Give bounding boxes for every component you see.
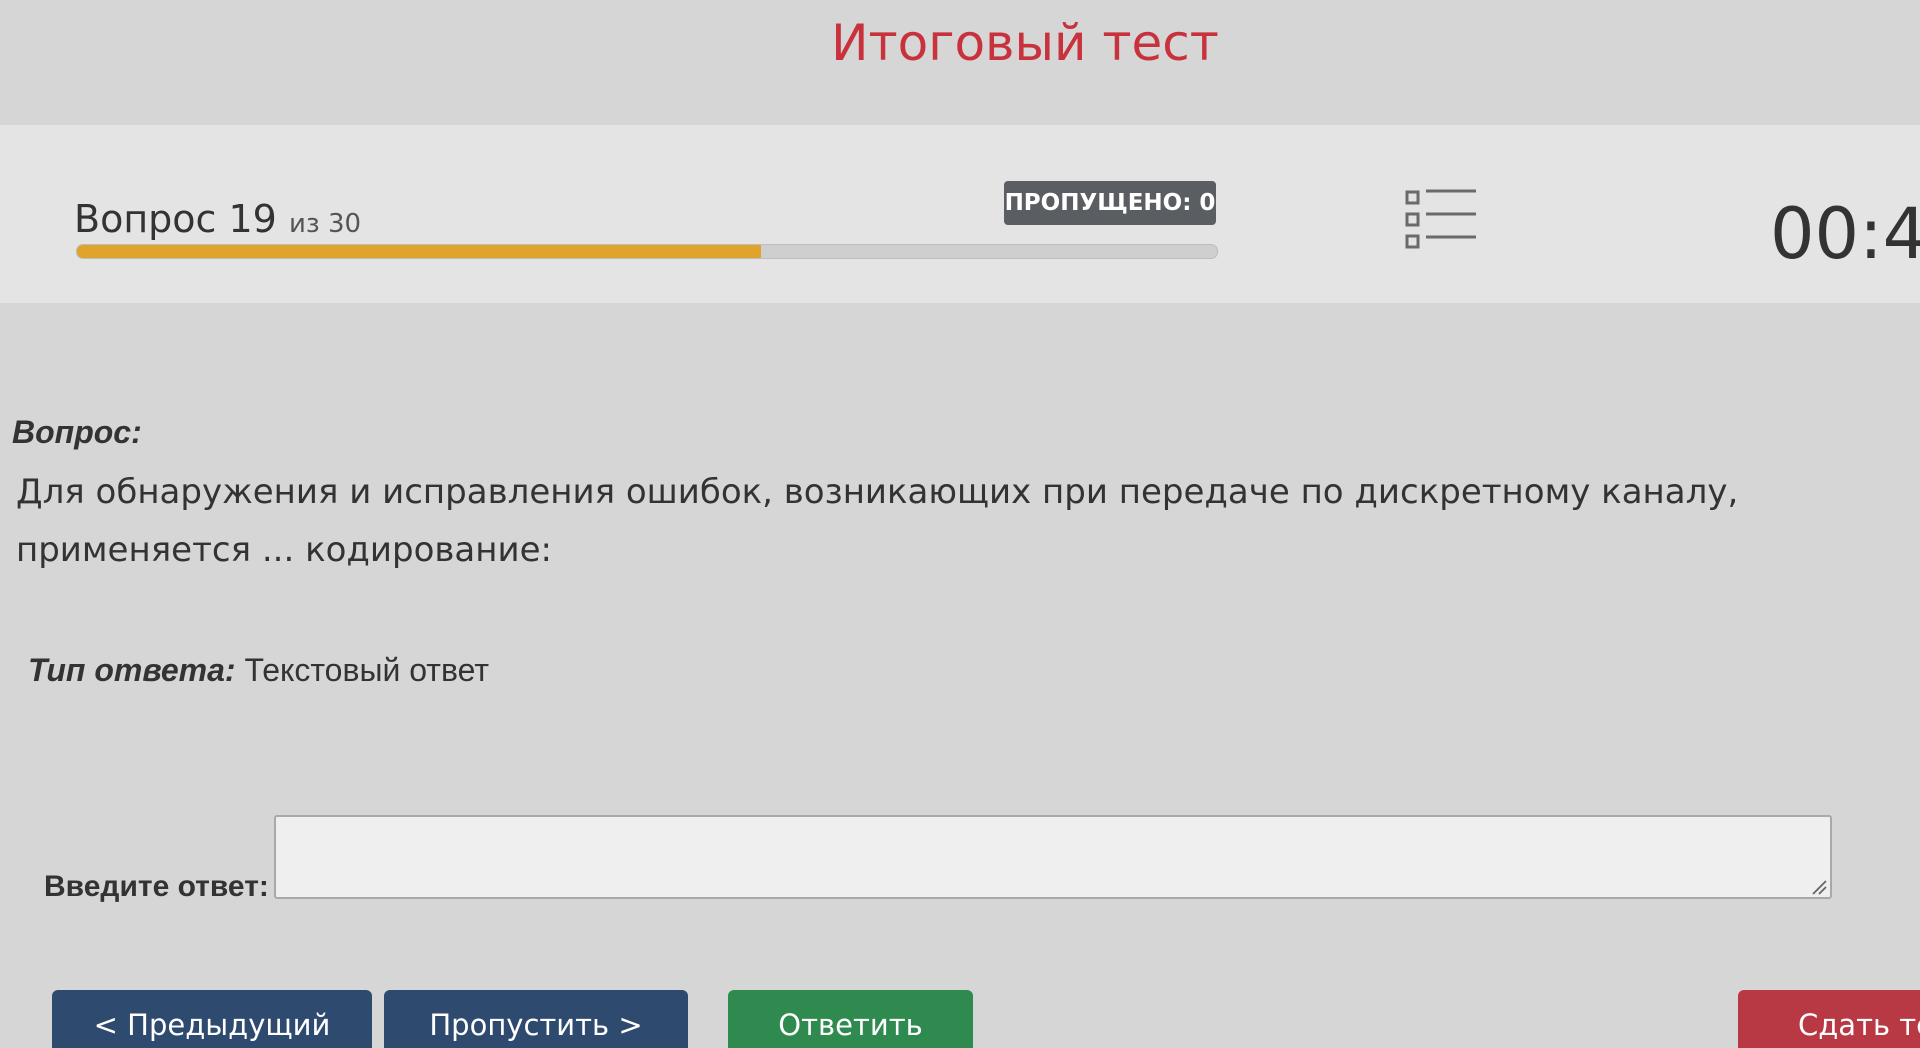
skip-button[interactable]: Пропустить >	[384, 990, 688, 1048]
question-counter: Вопрос 19 из 30	[74, 197, 361, 241]
submit-test-button[interactable]: Сдать тест	[1738, 990, 1920, 1048]
page-title: Итоговый тест	[831, 14, 1219, 72]
question-list-icon[interactable]	[1404, 185, 1478, 255]
answer-type: Тип ответа: Текстовый ответ	[28, 652, 489, 689]
progress-bar	[76, 244, 1218, 259]
answer-label: Введите ответ:	[44, 870, 269, 903]
test-page: Итоговый тест Вопрос 19 из 30 ПРОПУЩЕНО:…	[0, 0, 1920, 1048]
answer-input[interactable]	[274, 815, 1832, 899]
question-label: Вопрос:	[12, 414, 142, 450]
skipped-count: 0	[1199, 190, 1216, 216]
answer-type-label: Тип ответа:	[28, 652, 236, 688]
skipped-label: ПРОПУЩЕНО:	[1004, 190, 1192, 216]
timer: 00:43	[1770, 193, 1920, 275]
answer-button[interactable]: Ответить	[728, 990, 973, 1048]
status-bar: Вопрос 19 из 30 ПРОПУЩЕНО: 0 00:4	[0, 125, 1920, 303]
skipped-badge: ПРОПУЩЕНО: 0	[1004, 181, 1216, 225]
previous-button[interactable]: < Предыдущий	[52, 990, 372, 1048]
answer-type-value: Текстовый ответ	[244, 652, 489, 688]
progress-fill	[77, 245, 761, 258]
question-text: Для обнаружения и исправления ошибок, во…	[16, 472, 1739, 570]
question-total: из 30	[288, 209, 362, 239]
resize-grip-icon[interactable]	[1809, 877, 1827, 895]
question-number: Вопрос 19	[74, 197, 277, 241]
